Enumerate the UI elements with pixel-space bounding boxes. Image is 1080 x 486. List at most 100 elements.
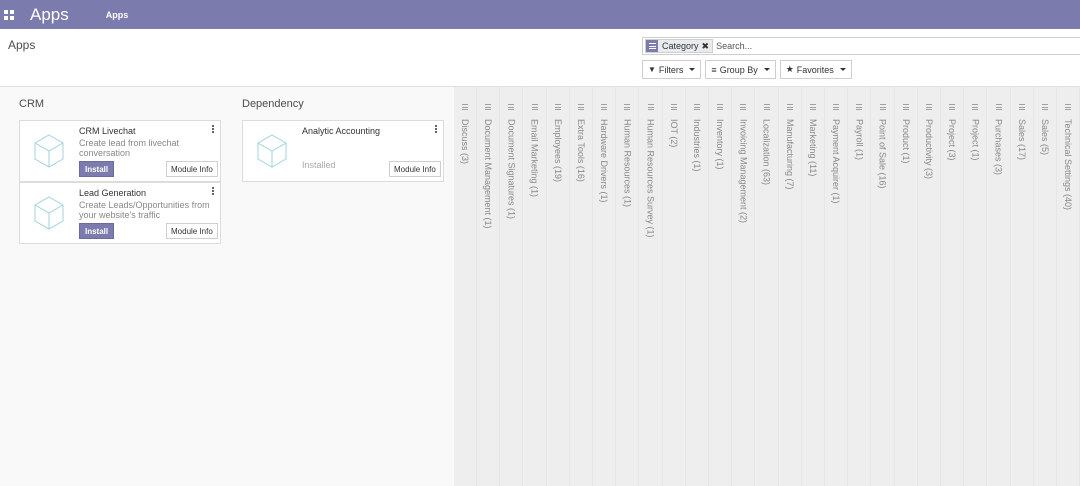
folded-column[interactable]: Sales (5) xyxy=(1034,87,1057,486)
install-button[interactable]: Install xyxy=(79,223,115,239)
drag-handle-icon xyxy=(485,104,492,110)
control-panel: Apps Category ✖ ▼ Filters ≡ Group By ★ F… xyxy=(0,29,1080,87)
folded-column[interactable]: Human Resources Survey (1) xyxy=(640,87,663,486)
module-cube-icon xyxy=(34,134,64,168)
folded-column-label: Discuss (3) xyxy=(460,119,470,165)
caret-down-icon xyxy=(839,68,846,71)
folded-column[interactable]: Product (1) xyxy=(895,87,918,486)
drag-handle-icon xyxy=(462,104,468,110)
folded-column[interactable]: Manufacturing (7) xyxy=(779,87,802,486)
drag-handle-icon xyxy=(508,104,515,110)
app-card-lead-generation[interactable]: Lead Generation Create Leads/Opportuniti… xyxy=(19,182,221,244)
folded-column-label: Product (1) xyxy=(900,119,911,164)
folded-column[interactable]: Productivity (3) xyxy=(918,87,941,486)
folded-column[interactable]: Inventory (1) xyxy=(709,87,733,486)
folded-column[interactable]: Email Marketing (1) xyxy=(524,87,547,486)
module-info-button[interactable]: Module Info xyxy=(166,161,218,177)
folded-column[interactable]: Technical Settings (40) xyxy=(1057,87,1080,486)
folded-column[interactable]: Discuss (3) xyxy=(454,87,477,486)
favorites-button[interactable]: ★ Favorites xyxy=(779,60,852,79)
folded-column-label: Project (3) xyxy=(947,119,958,161)
groupby-label: Group By xyxy=(719,64,758,75)
drag-handle-icon xyxy=(879,104,886,110)
nav-menu-apps[interactable]: Apps xyxy=(106,10,129,20)
drag-handle-icon xyxy=(926,104,932,110)
folded-column[interactable]: Employees (19) xyxy=(547,87,570,486)
star-icon: ★ xyxy=(785,64,794,74)
drag-handle-icon xyxy=(1018,104,1025,110)
folded-column-label: Point of Sale (16) xyxy=(877,119,888,189)
folded-column[interactable]: Payroll (1) xyxy=(848,87,872,486)
folded-column[interactable]: IOT (2) xyxy=(663,87,686,486)
folded-column-label: Human Resources (1) xyxy=(622,119,633,208)
folded-column[interactable]: Marketing (11) xyxy=(802,87,825,486)
search-facet-category: Category ✖ xyxy=(645,39,714,53)
folded-column-label: Industries (1) xyxy=(692,119,702,172)
card-menu-icon[interactable] xyxy=(212,187,215,195)
folded-column[interactable]: Invoicing Management (2) xyxy=(732,87,756,486)
apps-menu-icon[interactable] xyxy=(4,9,14,20)
folded-column-label: Extra Tools (16) xyxy=(576,119,586,182)
drag-handle-icon xyxy=(670,104,677,110)
app-description: Create lead from livechat conversation xyxy=(79,138,180,158)
caret-down-icon xyxy=(763,68,770,71)
filters-button[interactable]: ▼ Filters xyxy=(642,60,702,79)
folded-column[interactable]: Hardware Drivers (1) xyxy=(593,87,617,486)
folded-column-label: Document Management (1) xyxy=(483,119,494,229)
folded-columns: Discuss (3) Document Management (1) Docume… xyxy=(454,87,1080,486)
folded-column[interactable]: Project (3) xyxy=(941,87,965,486)
drag-handle-icon xyxy=(856,104,863,110)
module-info-button[interactable]: Module Info xyxy=(166,223,218,239)
app-card-analytic-accounting[interactable]: Analytic Accounting Installed Module Inf… xyxy=(242,120,444,182)
folded-column[interactable]: Document Signatures (1) xyxy=(500,87,524,486)
folded-column[interactable]: Sales (17) xyxy=(1011,87,1034,486)
folded-column-label: Invoicing Management (2) xyxy=(738,119,749,224)
folded-column[interactable]: Industries (1) xyxy=(686,87,709,486)
drag-handle-icon xyxy=(624,104,631,110)
folded-column-label: Purchases (3) xyxy=(993,119,1004,176)
drag-handle-icon xyxy=(972,104,979,110)
drag-handle-icon xyxy=(601,104,608,110)
card-menu-icon[interactable] xyxy=(212,125,215,133)
column-title: Dependency xyxy=(242,98,304,110)
kanban-view: CRM CRM Livechat Create lead from livech… xyxy=(0,87,1080,486)
module-cube-icon xyxy=(257,134,287,168)
installed-status: Installed xyxy=(302,160,336,170)
column-title: CRM xyxy=(19,98,45,110)
drag-handle-icon xyxy=(717,104,724,110)
card-menu-icon[interactable] xyxy=(435,125,438,133)
folded-column[interactable]: Purchases (3) xyxy=(988,87,1011,486)
module-info-button[interactable]: Module Info xyxy=(389,161,441,177)
folded-column[interactable]: Extra Tools (16) xyxy=(570,87,593,486)
folded-column-label: Payment Acquirer (1) xyxy=(831,119,842,204)
folded-column-label: Project (1) xyxy=(970,119,981,161)
folded-column[interactable]: Point of Sale (16) xyxy=(872,87,895,486)
drag-handle-icon xyxy=(786,104,793,110)
drag-handle-icon xyxy=(949,104,956,110)
top-navbar: Apps Apps xyxy=(0,0,1080,29)
folded-column-label: Sales (5) xyxy=(1040,119,1050,156)
install-button[interactable]: Install xyxy=(79,161,115,177)
close-icon[interactable]: ✖ xyxy=(702,41,713,52)
folded-column-label: Inventory (1) xyxy=(715,119,726,170)
module-cube-icon xyxy=(34,196,64,230)
filter-icon: ▼ xyxy=(648,65,656,74)
folded-column-label: Human Resources Survey (1) xyxy=(645,119,656,238)
facet-label: Category xyxy=(662,41,699,51)
list-icon: ≡ xyxy=(711,64,717,75)
folded-column[interactable]: Human Resources (1) xyxy=(616,87,640,486)
groupby-button[interactable]: ≡ Group By xyxy=(705,60,776,79)
search-bar: Category ✖ xyxy=(642,37,1080,55)
folded-column[interactable]: Payment Acquirer (1) xyxy=(825,87,849,486)
filters-label: Filters xyxy=(658,64,684,75)
group-icon xyxy=(646,40,658,52)
folded-column-label: IOT (2) xyxy=(668,119,679,148)
folded-column-label: Payroll (1) xyxy=(854,119,865,161)
folded-column-label: Technical Settings (40) xyxy=(1063,119,1074,211)
folded-column[interactable]: Localization (63) xyxy=(756,87,779,486)
folded-column[interactable]: Project (1) xyxy=(964,87,988,486)
app-card-crm-livechat[interactable]: CRM Livechat Create lead from livechat c… xyxy=(19,120,221,182)
drag-handle-icon xyxy=(995,104,1002,110)
search-input[interactable] xyxy=(716,41,1017,51)
folded-column[interactable]: Document Management (1) xyxy=(477,87,501,486)
